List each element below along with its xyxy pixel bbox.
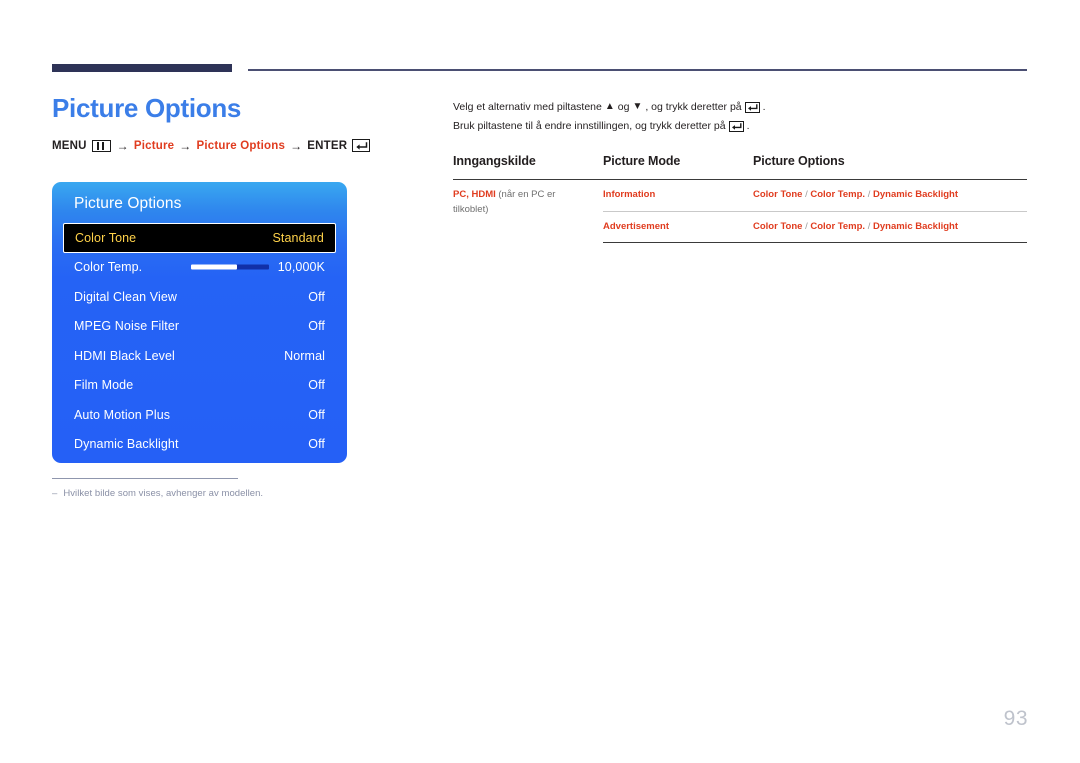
- breadcrumb-step-picture-options[interactable]: Picture Options: [196, 140, 285, 152]
- footnote-block: – Hvilket bilde som vises, avhenger av m…: [52, 478, 372, 501]
- osd-row-digital-clean-view[interactable]: Digital Clean View Off: [63, 282, 336, 312]
- osd-row-value: 10,000K: [277, 260, 325, 275]
- table-header-picture-options: Picture Options: [753, 154, 1027, 181]
- page-number: 93: [1003, 707, 1028, 730]
- table-row: PC, HDMI (når en PC er tilkoblet) Inform…: [453, 179, 1027, 215]
- footnote: – Hvilket bilde som vises, avhenger av m…: [52, 488, 372, 500]
- osd-row-value: Standard: [272, 230, 324, 245]
- instruction-text-part2: , og trykk deretter på: [645, 101, 742, 113]
- breadcrumb-enter-label: ENTER: [307, 139, 348, 152]
- table-header-input-source: Inngangskilde: [453, 154, 603, 181]
- instruction-period: .: [762, 101, 766, 113]
- osd-row-value: Off: [308, 289, 325, 304]
- osd-row-hdmi-black-level[interactable]: HDMI Black Level Normal: [63, 341, 336, 371]
- osd-panel: Picture Options Color Tone Standard Colo…: [52, 182, 347, 463]
- menu-bars-icon: [91, 139, 111, 152]
- arrow-up-icon: ▲: [604, 101, 615, 113]
- osd-row-auto-motion-plus[interactable]: Auto Motion Plus Off: [63, 400, 336, 430]
- specification-table: Inngangskilde Picture Mode Picture Optio…: [453, 154, 1027, 243]
- osd-row-value: Off: [308, 319, 325, 334]
- table-cell-input-source: PC, HDMI (når en PC er tilkoblet): [453, 180, 603, 243]
- breadcrumb-arrow-3: →: [290, 138, 303, 153]
- color-temp-slider-fill: [191, 264, 238, 270]
- osd-row-mpeg-noise-filter[interactable]: MPEG Noise Filter Off: [63, 312, 336, 342]
- enter-key-icon: [728, 120, 744, 132]
- osd-row-label: Digital Clean View: [74, 289, 178, 304]
- instruction-text-part1: Bruk piltastene til å endre innstillinge…: [453, 119, 726, 132]
- table-cell-picture-mode: Advertisement: [603, 211, 753, 243]
- color-temp-slider[interactable]: [191, 264, 269, 270]
- enter-key-icon: [352, 139, 371, 153]
- breadcrumb-arrow-2: →: [179, 138, 192, 153]
- osd-row-label: MPEG Noise Filter: [74, 319, 180, 334]
- table-cell-picture-options: Color Tone / Color Temp. / Dynamic Backl…: [753, 179, 1027, 212]
- osd-row-label: Dynamic Backlight: [74, 437, 179, 452]
- top-rules: [52, 64, 1027, 74]
- instruction-period: .: [746, 119, 750, 132]
- instruction-line-2: Bruk piltastene til å endre innstillinge…: [453, 117, 1027, 136]
- footnote-divider: [52, 478, 238, 480]
- osd-panel-title: Picture Options: [74, 195, 182, 212]
- right-column: Velg et alternativ med piltastene ▲ og ▼…: [453, 98, 1027, 243]
- osd-row-label: Auto Motion Plus: [74, 407, 171, 422]
- osd-row-value: Off: [308, 378, 325, 393]
- osd-row-label: Color Tone: [75, 230, 137, 245]
- breadcrumb-step-picture[interactable]: Picture: [134, 140, 174, 152]
- table-cell-picture-options: Color Tone / Color Temp. / Dynamic Backl…: [753, 211, 1027, 243]
- header-rule-thin: [248, 69, 1027, 71]
- instruction-line-1: Velg et alternativ med piltastene ▲ og ▼…: [453, 98, 1027, 117]
- osd-row-value: Normal: [284, 348, 325, 363]
- osd-row-value: Off: [308, 437, 325, 452]
- breadcrumb-menu-label: MENU: [52, 139, 87, 152]
- footnote-dash: –: [52, 488, 58, 500]
- table-header-row: Inngangskilde Picture Mode Picture Optio…: [453, 154, 1027, 181]
- table-header-picture-mode: Picture Mode: [603, 154, 753, 181]
- breadcrumb: MENU → Picture → Picture Options → ENTER: [52, 139, 412, 153]
- input-source-highlight: PC, HDMI: [453, 189, 496, 201]
- osd-row-value: Off: [308, 407, 325, 422]
- left-column: Picture Options MENU → Picture → Picture…: [52, 94, 412, 153]
- osd-row-dynamic-backlight[interactable]: Dynamic Backlight Off: [63, 430, 336, 460]
- osd-row-color-temp[interactable]: Color Temp. 10,000K: [63, 253, 336, 283]
- osd-row-color-tone[interactable]: Color Tone Standard: [63, 222, 336, 253]
- osd-row-film-mode[interactable]: Film Mode Off: [63, 371, 336, 401]
- header-rule-thick: [52, 64, 232, 72]
- footnote-text: Hvilket bilde som vises, avhenger av mod…: [63, 488, 264, 500]
- osd-row-label: Color Temp.: [74, 260, 143, 275]
- page-title: Picture Options: [52, 93, 242, 123]
- enter-key-icon: [744, 101, 760, 113]
- arrow-down-icon: ▼: [632, 101, 643, 113]
- osd-row-label: HDMI Black Level: [74, 348, 175, 363]
- instruction-conjunction: og: [617, 101, 630, 113]
- breadcrumb-arrow-1: →: [116, 138, 129, 153]
- instruction-text-part1: Velg et alternativ med piltastene: [453, 101, 602, 113]
- osd-menu-list: Color Tone Standard Color Temp. 10,000K …: [52, 222, 347, 460]
- osd-row-label: Film Mode: [74, 378, 134, 393]
- table-cell-picture-mode: Information: [603, 179, 753, 212]
